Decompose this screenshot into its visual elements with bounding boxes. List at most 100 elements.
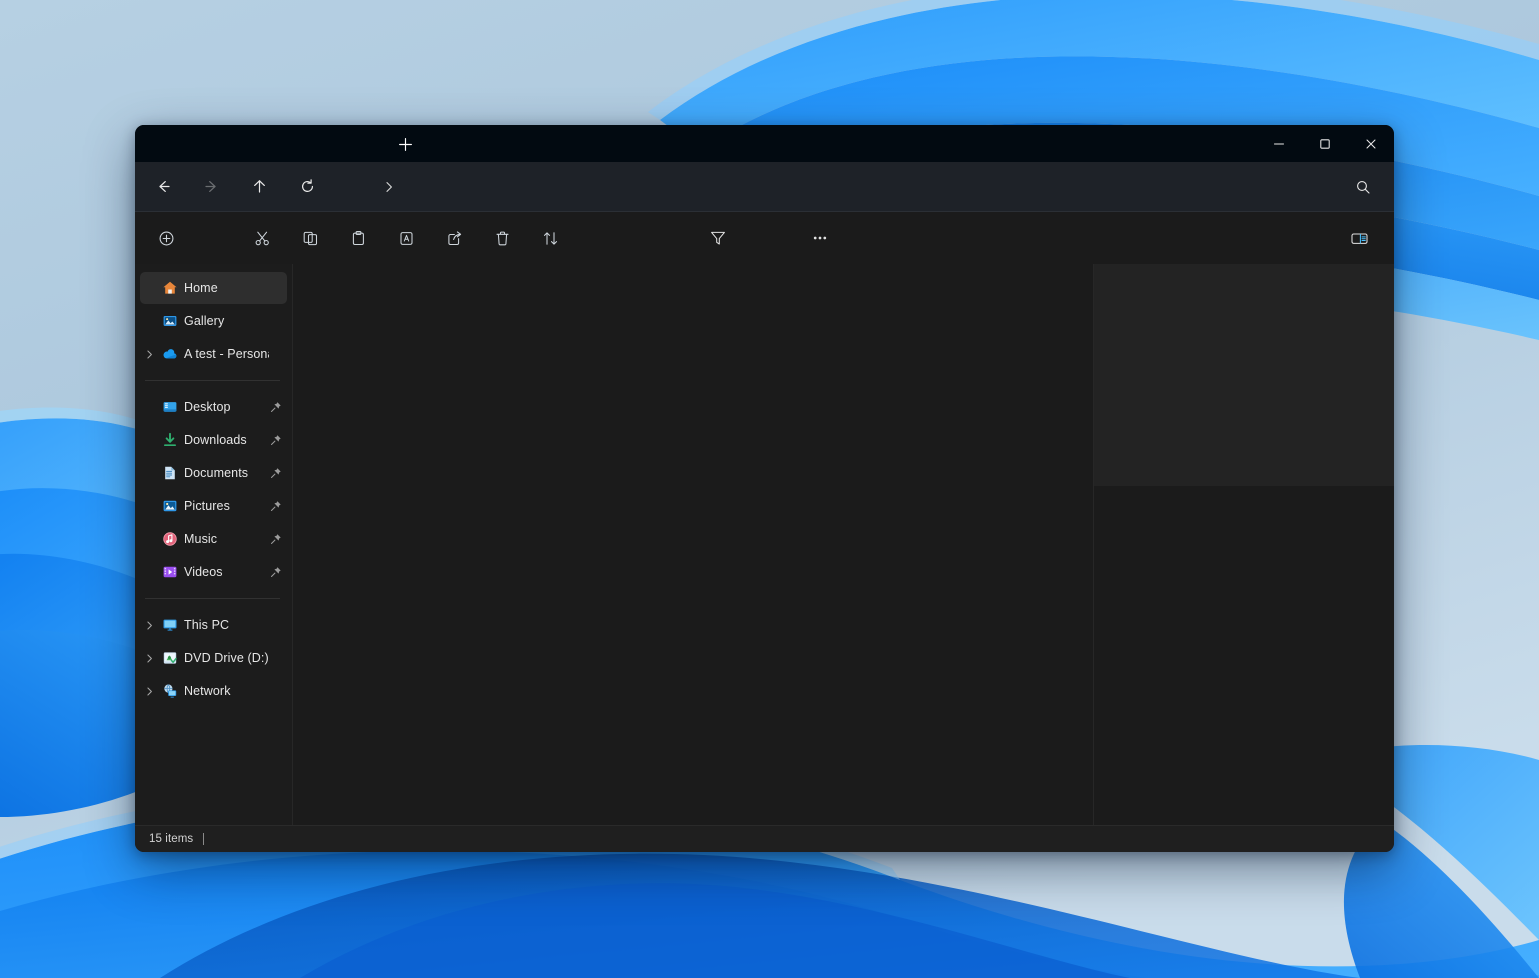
sidebar-item-network[interactable]: Network: [140, 675, 287, 707]
window-controls: [1256, 125, 1394, 162]
expand-chevron-icon[interactable]: [140, 686, 158, 697]
navigation-sidebar: Home Gallery: [135, 264, 293, 825]
sort-button[interactable]: [531, 221, 569, 255]
desktop-icon: [158, 399, 182, 415]
details-pane-button[interactable]: [1340, 221, 1378, 255]
sidebar-item-label: Network: [184, 684, 269, 698]
sidebar-item-documents[interactable]: Documents: [140, 457, 287, 489]
file-explorer-window: Home Gallery: [135, 125, 1394, 852]
sidebar-item-desktop[interactable]: Desktop: [140, 391, 287, 423]
details-pane-preview: [1094, 264, 1394, 486]
command-toolbar: [135, 212, 1394, 264]
maximize-button[interactable]: [1302, 125, 1348, 162]
expand-chevron-icon[interactable]: [140, 620, 158, 631]
rename-button[interactable]: [387, 221, 425, 255]
onedrive-icon: [158, 346, 182, 362]
copy-icon: [302, 230, 319, 247]
sidebar-item-label: Pictures: [184, 499, 269, 513]
music-icon: [158, 531, 182, 547]
sort-icon: [542, 230, 559, 247]
status-bar: 15 items: [135, 825, 1394, 852]
close-button[interactable]: [1348, 125, 1394, 162]
chevron-right-icon: [382, 180, 396, 194]
pictures-icon: [158, 498, 182, 514]
share-button[interactable]: [435, 221, 473, 255]
gallery-icon: [158, 313, 182, 329]
desktop: Home Gallery: [0, 0, 1539, 978]
sidebar-item-label: Home: [184, 281, 269, 295]
new-item-button[interactable]: [147, 221, 185, 255]
sidebar-item-label: DVD Drive (D:) CCC: [184, 651, 269, 665]
paste-button[interactable]: [339, 221, 377, 255]
search-icon: [1355, 179, 1371, 195]
sidebar-item-downloads[interactable]: Downloads: [140, 424, 287, 456]
sidebar-item-label: A test - Personal: [184, 347, 269, 361]
pin-icon[interactable]: [269, 533, 283, 545]
details-pane-info: [1094, 486, 1394, 825]
navigation-bar: [135, 162, 1394, 212]
sidebar-item-label: Downloads: [184, 433, 269, 447]
breadcrumb-chevron-button[interactable]: [371, 170, 407, 204]
arrow-left-icon: [155, 178, 172, 195]
expand-chevron-icon[interactable]: [140, 653, 158, 664]
funnel-icon: [709, 229, 727, 247]
item-count-label: 15 items: [149, 833, 193, 845]
sidebar-item-videos[interactable]: Videos: [140, 556, 287, 588]
sidebar-item-label: Documents: [184, 466, 269, 480]
maximize-icon: [1319, 138, 1331, 150]
sidebar-item-pictures[interactable]: Pictures: [140, 490, 287, 522]
expand-chevron-icon[interactable]: [140, 349, 158, 360]
rename-icon: [398, 230, 415, 247]
refresh-button[interactable]: [289, 170, 325, 204]
title-bar: [135, 125, 1394, 162]
pin-icon[interactable]: [269, 467, 283, 479]
trash-icon: [494, 230, 511, 247]
more-button[interactable]: [801, 221, 839, 255]
details-pane-icon: [1350, 229, 1369, 248]
scissors-icon: [254, 230, 271, 247]
paste-icon: [350, 230, 367, 247]
arrow-right-icon: [203, 178, 220, 195]
cut-button[interactable]: [243, 221, 281, 255]
sidebar-item-label: Desktop: [184, 400, 269, 414]
window-body: Home Gallery: [135, 264, 1394, 825]
sidebar-item-label: This PC: [184, 618, 269, 632]
downloads-icon: [158, 432, 182, 448]
sidebar-item-gallery[interactable]: Gallery: [140, 305, 287, 337]
this-pc-icon: [158, 617, 182, 633]
plus-circle-icon: [158, 230, 175, 247]
sidebar-item-home[interactable]: Home: [140, 272, 287, 304]
sidebar-item-label: Videos: [184, 565, 269, 579]
new-tab-button[interactable]: [391, 132, 419, 156]
network-icon: [158, 683, 182, 699]
search-button[interactable]: [1346, 171, 1380, 203]
forward-button[interactable]: [193, 170, 229, 204]
status-divider: [203, 833, 204, 845]
tab-strip: [135, 125, 1256, 162]
share-icon: [446, 230, 463, 247]
plus-icon: [398, 137, 413, 152]
videos-icon: [158, 564, 182, 580]
copy-button[interactable]: [291, 221, 329, 255]
sidebar-item-this-pc[interactable]: This PC: [140, 609, 287, 641]
minimize-button[interactable]: [1256, 125, 1302, 162]
arrow-up-icon: [251, 178, 268, 195]
sidebar-item-music[interactable]: Music: [140, 523, 287, 555]
up-button[interactable]: [241, 170, 277, 204]
close-icon: [1365, 138, 1377, 150]
pin-icon[interactable]: [269, 401, 283, 413]
sidebar-separator: [145, 380, 280, 381]
documents-icon: [158, 465, 182, 481]
pin-icon[interactable]: [269, 566, 283, 578]
sidebar-item-onedrive[interactable]: A test - Personal: [140, 338, 287, 370]
file-list-area[interactable]: [293, 264, 1094, 825]
sidebar-separator: [145, 598, 280, 599]
pin-icon[interactable]: [269, 500, 283, 512]
sidebar-item-dvd-drive[interactable]: DVD Drive (D:) CCC: [140, 642, 287, 674]
filter-button[interactable]: [699, 221, 737, 255]
dvd-drive-icon: [158, 650, 182, 666]
sidebar-item-label: Gallery: [184, 314, 269, 328]
pin-icon[interactable]: [269, 434, 283, 446]
back-button[interactable]: [145, 170, 181, 204]
delete-button[interactable]: [483, 221, 521, 255]
